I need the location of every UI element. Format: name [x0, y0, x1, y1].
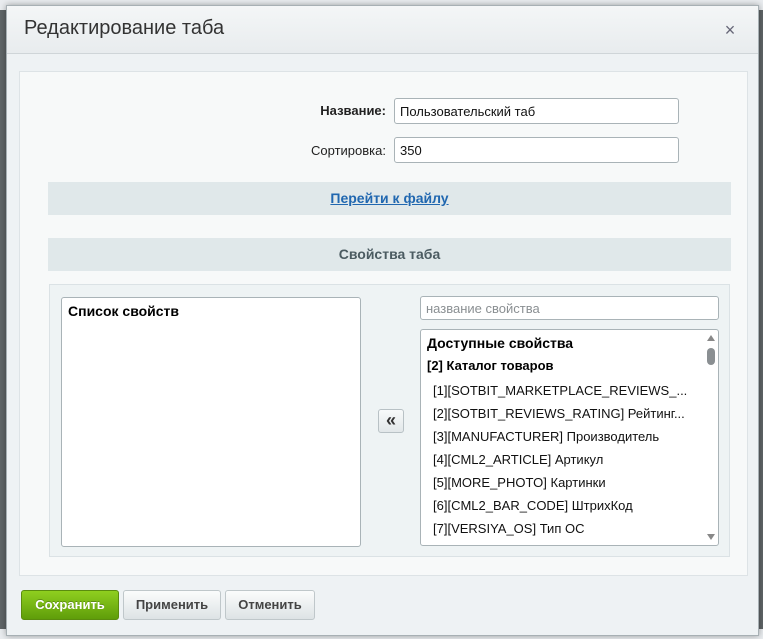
name-input[interactable] — [394, 98, 679, 124]
list-item[interactable]: [1][SOTBIT_MARKETPLACE_REVIEWS_... — [433, 383, 695, 398]
dialog-title: Редактирование таба — [24, 17, 225, 39]
save-button[interactable]: Сохранить — [21, 590, 119, 620]
list-item[interactable]: [3][MANUFACTURER] Производитель — [433, 429, 695, 444]
scroll-up-icon[interactable] — [707, 335, 715, 341]
scroll-down-icon[interactable] — [707, 534, 715, 540]
list-item[interactable]: [5][MORE_PHOTO] Картинки — [433, 475, 695, 490]
scroll-thumb[interactable] — [707, 348, 715, 365]
properties-panel: Список свойств « Доступные свойства [2] … — [49, 284, 730, 557]
dialog-content: Название: Сортировка: Перейти к файлу Св… — [19, 71, 748, 576]
cancel-button[interactable]: Отменить — [225, 590, 315, 620]
sort-input[interactable] — [394, 137, 679, 163]
catalog-group-label: [2] Каталог товаров — [427, 358, 554, 373]
name-label: Название: — [320, 103, 386, 118]
property-search-input[interactable] — [420, 296, 719, 320]
selected-properties-list[interactable]: Список свойств — [61, 297, 361, 547]
apply-button[interactable]: Применить — [123, 590, 221, 620]
go-to-file-link[interactable]: Перейти к файлу — [330, 190, 448, 206]
sort-label: Сортировка: — [311, 143, 386, 158]
list-item[interactable]: [6][CML2_BAR_CODE] ШтрихКод — [433, 498, 695, 513]
available-properties-list[interactable]: Доступные свойства [2] Каталог товаров [… — [420, 329, 719, 546]
section-title: Свойства таба — [48, 238, 731, 271]
file-link-band: Перейти к файлу — [48, 182, 731, 215]
available-properties-title: Доступные свойства — [427, 335, 574, 351]
edit-tab-dialog: Редактирование таба × Название: Сортиров… — [6, 5, 759, 636]
move-left-button[interactable]: « — [378, 409, 404, 433]
list-item[interactable]: [4][CML2_ARTICLE] Артикул — [433, 452, 695, 467]
list-item[interactable]: [7][VERSIYA_OS] Тип ОС — [433, 521, 695, 536]
list-item[interactable]: [2][SOTBIT_REVIEWS_RATING] Рейтинг... — [433, 406, 695, 421]
close-icon[interactable]: × — [719, 19, 741, 41]
dialog-header: Редактирование таба × — [7, 6, 758, 54]
selected-properties-title: Список свойств — [68, 303, 180, 319]
scrollbar[interactable] — [704, 330, 718, 545]
